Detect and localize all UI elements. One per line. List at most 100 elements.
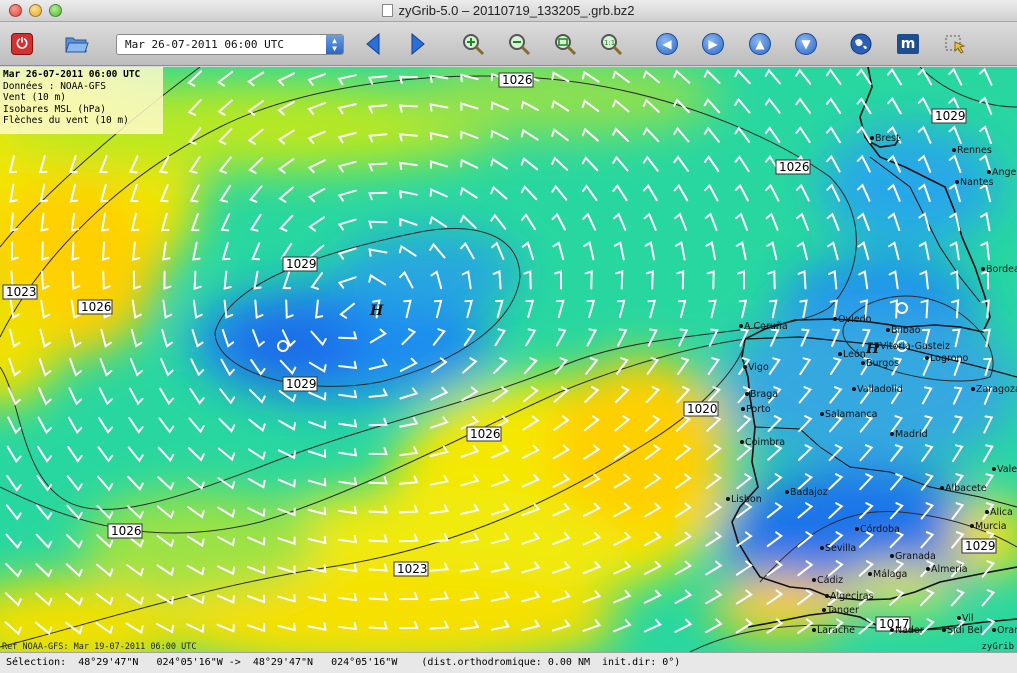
city-label: Coimbra xyxy=(745,437,785,448)
legend-layer-wind: Vent (10 m) xyxy=(3,92,66,103)
city-dot xyxy=(875,344,879,348)
city-dot xyxy=(868,572,872,576)
city-label: Ange xyxy=(992,167,1017,178)
city-dot xyxy=(987,170,991,174)
pan-up-button[interactable]: ▲ xyxy=(745,29,775,59)
svg-text:1:1: 1:1 xyxy=(604,39,615,47)
city-label: Nador xyxy=(895,625,924,636)
city-dot xyxy=(940,486,944,490)
pan-left-button[interactable]: ◀ xyxy=(652,29,682,59)
city-dot xyxy=(833,317,837,321)
city-dot xyxy=(820,412,824,416)
city-label: León xyxy=(843,349,866,360)
city-dot xyxy=(971,387,975,391)
quit-button[interactable]: ⏻ xyxy=(7,29,37,59)
zoom-in-button[interactable] xyxy=(458,29,488,59)
isobar-label: 1029 xyxy=(286,257,317,271)
city-dot xyxy=(870,136,874,140)
city-label: Vigo xyxy=(748,362,769,373)
isobar-label: 1023 xyxy=(6,285,37,299)
zoom-out-icon xyxy=(509,34,531,56)
city-label: Valladolid xyxy=(857,384,903,395)
city-dot xyxy=(820,546,824,550)
nav-left-icon: ◀ xyxy=(656,33,678,55)
city-dot xyxy=(855,527,859,531)
city-dot xyxy=(822,608,826,612)
zoom-1to1-icon: 1:1 xyxy=(601,34,623,56)
open-file-button[interactable] xyxy=(62,29,92,59)
city-label: Rennes xyxy=(957,145,992,156)
city-label: Salamanca xyxy=(825,409,877,420)
status-bar: Sélection: 48°29'47"N 024°05'16"W -> 48°… xyxy=(0,652,1017,673)
city-dot xyxy=(970,524,974,528)
zoom-1to1-button[interactable]: 1:1 xyxy=(596,29,626,59)
city-label: Badajoz xyxy=(790,487,828,498)
city-label: Alica xyxy=(990,507,1013,518)
isobar-label: 1029 xyxy=(965,539,996,553)
city-dot xyxy=(981,267,985,271)
meteotable-icon: m xyxy=(897,34,919,54)
city-dot xyxy=(890,432,894,436)
city-label: Málaga xyxy=(873,569,907,580)
city-label: Braga xyxy=(750,389,778,400)
city-dot xyxy=(745,392,749,396)
forecast-date-select[interactable]: Mar 26-07-2011 06:00 UTC ▲ ▼ xyxy=(116,34,344,55)
city-dot xyxy=(739,324,743,328)
city-dot xyxy=(740,440,744,444)
weather-map-canvas[interactable]: 1026 1029 1026 1023 1026 1029 1029 1026 … xyxy=(0,67,1017,652)
city-dot xyxy=(838,352,842,356)
city-dot xyxy=(886,328,890,332)
city-dot xyxy=(825,594,829,598)
city-label: Sevilla xyxy=(825,543,856,554)
city-dot xyxy=(785,490,789,494)
legend-layer-arrows: Flèches du vent (10 m) xyxy=(3,115,129,126)
world-map-button[interactable] xyxy=(846,29,876,59)
next-date-button[interactable] xyxy=(403,29,433,59)
city-label: Madrid xyxy=(895,429,928,440)
city-label: Tanger xyxy=(826,605,859,616)
city-label: Vale xyxy=(997,464,1017,475)
zoom-out-button[interactable] xyxy=(504,29,534,59)
city-dot xyxy=(812,628,816,632)
pan-down-button[interactable]: ▼ xyxy=(791,29,821,59)
city-dot xyxy=(726,497,730,501)
city-dot xyxy=(890,628,894,632)
previous-date-button[interactable] xyxy=(358,29,388,59)
zoom-fit-icon xyxy=(555,34,577,56)
city-dot xyxy=(741,407,745,411)
legend-source: Données : NOAA-GFS xyxy=(3,80,106,92)
city-dot xyxy=(942,628,946,632)
city-label: Bordea xyxy=(986,264,1017,275)
city-label: Almería xyxy=(931,564,968,575)
city-label: Granada xyxy=(895,551,936,562)
city-dot xyxy=(743,365,747,369)
pan-right-button[interactable]: ▶ xyxy=(698,29,728,59)
isobar-label: 1026 xyxy=(470,427,501,441)
map-legend: Mar 26-07-2011 06:00 UTC Données : NOAA-… xyxy=(0,67,163,134)
meteotable-button[interactable]: m xyxy=(893,29,923,59)
city-label: Lisbon xyxy=(731,494,762,505)
toolbar: ⏻ Mar 26-07-2011 06:00 UTC ▲ ▼ 1:1 ◀ ▶ ▲ … xyxy=(0,22,1017,66)
city-label: Vil xyxy=(962,613,974,624)
window-title-text: zyGrib-5.0 – 20110719_133205_.grb.bz2 xyxy=(398,3,635,18)
city-label: Porto xyxy=(746,404,771,415)
city-dot xyxy=(852,387,856,391)
zoom-fit-button[interactable] xyxy=(550,29,580,59)
city-label: Sidi Bel xyxy=(947,625,982,636)
high-pressure-label: H xyxy=(369,303,384,319)
isobar-label: 1026 xyxy=(111,524,142,538)
weather-map[interactable]: 1026 1029 1026 1023 1026 1029 1029 1026 … xyxy=(0,67,1017,652)
select-arrows-icon: ▲ ▼ xyxy=(326,35,343,54)
selection-status: Sélection: 48°29'47"N 024°05'16"W -> 48°… xyxy=(6,657,681,668)
city-dot xyxy=(926,567,930,571)
city-label: Cádiz xyxy=(817,575,843,586)
city-dot xyxy=(992,628,996,632)
city-label: Algeciras xyxy=(830,591,874,602)
city-dot xyxy=(812,578,816,582)
nav-right-icon: ▶ xyxy=(702,33,724,55)
brand-label: zyGrib xyxy=(981,642,1014,652)
city-dot xyxy=(957,616,961,620)
city-label: Zaragoza xyxy=(976,384,1017,395)
select-zone-button[interactable] xyxy=(940,29,970,59)
legend-date: Mar 26-07-2011 06:00 UTC xyxy=(3,69,141,80)
